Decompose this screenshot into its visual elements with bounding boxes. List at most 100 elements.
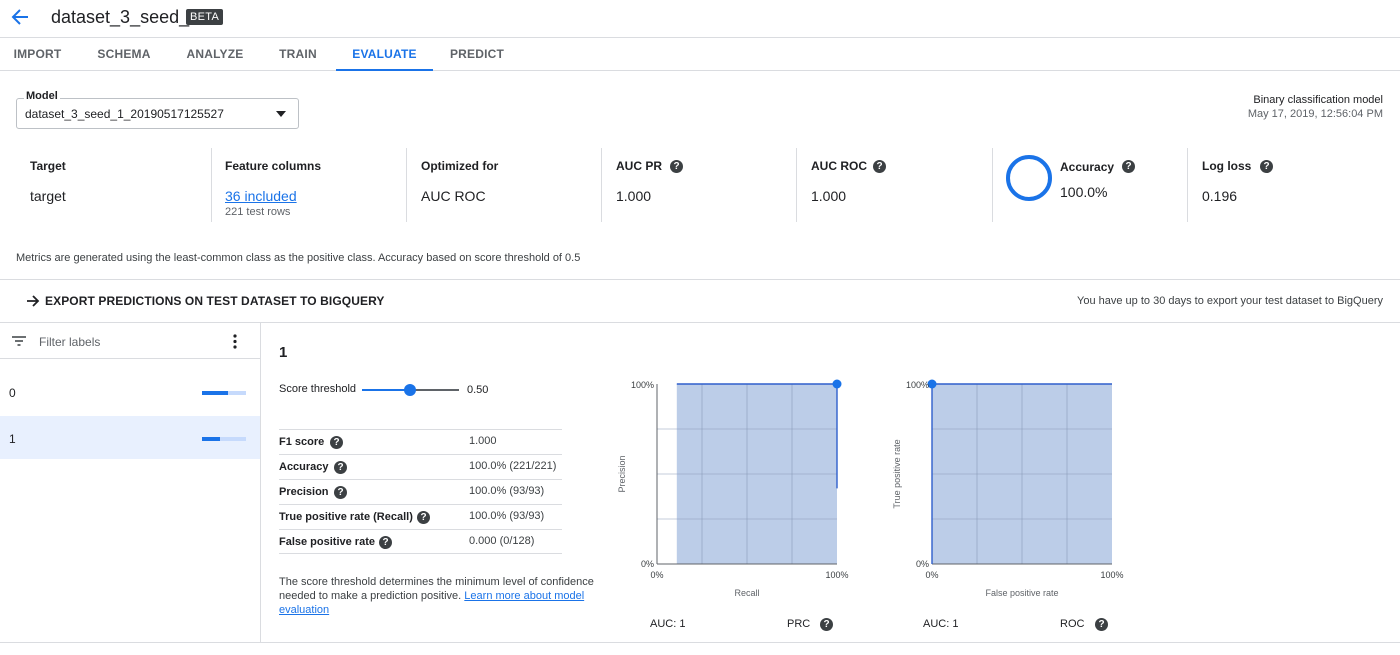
label-item-name: 1 xyxy=(9,432,16,446)
y-axis-label: True positive rate xyxy=(892,439,902,508)
divider xyxy=(211,148,212,222)
help-icon[interactable]: ? xyxy=(334,486,347,499)
optimized-for-value: AUC ROC xyxy=(421,188,486,204)
tab-import[interactable]: IMPORT xyxy=(0,38,75,71)
auc-pr-label: AUC PR xyxy=(616,159,663,173)
label-distribution-bar xyxy=(202,391,246,395)
tab-analyze[interactable]: ANALYZE xyxy=(180,38,250,71)
filter-labels-input[interactable]: Filter labels xyxy=(39,335,100,349)
accuracy-ring-icon xyxy=(1006,155,1052,201)
tab-bar: IMPORT SCHEMA ANALYZE TRAIN EVALUATE PRE… xyxy=(0,38,1400,71)
model-select-value[interactable]: dataset_3_seed_1_20190517125527 xyxy=(25,107,224,121)
help-icon[interactable]: ? xyxy=(873,160,886,173)
model-type: Binary classification model xyxy=(1253,94,1383,106)
accuracy-value: 100.0% xyxy=(1060,184,1108,200)
stat-name: False positive rate xyxy=(279,536,375,548)
tab-schema[interactable]: SCHEMA xyxy=(90,38,158,71)
tab-predict[interactable]: PREDICT xyxy=(443,38,511,71)
accuracy-label: Accuracy xyxy=(1060,160,1115,174)
y-tick-label: 100% xyxy=(631,380,654,390)
export-note: You have up to 30 days to export your te… xyxy=(1077,295,1383,307)
x-tick-label: 100% xyxy=(1100,570,1123,580)
stat-value: 1.000 xyxy=(469,435,497,447)
prc-chart: 100% 0%0% 100% Recall Precision xyxy=(617,379,849,598)
stat-row: F1 score ? 1.000 xyxy=(279,429,562,454)
arrow-right-icon[interactable] xyxy=(26,295,40,307)
help-icon[interactable]: ? xyxy=(1122,160,1135,173)
divider xyxy=(601,148,602,222)
divider xyxy=(796,148,797,222)
x-tick-label: 100% xyxy=(825,570,848,580)
stat-row: True positive rate (Recall) ? 100.0% (93… xyxy=(279,504,562,529)
metrics-note: Metrics are generated using the least-co… xyxy=(16,252,581,264)
divider xyxy=(992,148,993,222)
x-tick-label: 0% xyxy=(650,570,663,580)
target-label: Target xyxy=(30,159,66,173)
divider xyxy=(279,553,562,554)
stat-row: False positive rate ? 0.000 (0/128) xyxy=(279,529,562,554)
target-value: target xyxy=(30,188,66,204)
auc-roc-value: 1.000 xyxy=(811,188,847,204)
roc-caption: ROC xyxy=(1060,618,1085,630)
label-distribution-bar xyxy=(202,437,246,441)
y-tick-label: 100% xyxy=(906,380,929,390)
y-tick-label: 0% xyxy=(916,559,929,569)
filter-icon[interactable] xyxy=(12,336,26,346)
tab-train[interactable]: TRAIN xyxy=(270,38,326,71)
stat-value: 100.0% (221/221) xyxy=(469,460,557,472)
model-date: May 17, 2019, 12:56:04 PM xyxy=(1247,108,1383,120)
stat-row: Accuracy ? 100.0% (221/221) xyxy=(279,454,562,479)
slider-handle[interactable] xyxy=(404,384,416,396)
test-rows-note: 221 test rows xyxy=(225,206,291,218)
roc-chart: 100% 0%0% 100% False positive rate True posi… xyxy=(892,379,1124,598)
stat-name: F1 score xyxy=(279,436,325,448)
help-icon[interactable]: ? xyxy=(670,160,683,173)
feature-columns-label: Feature columns xyxy=(225,159,322,173)
score-threshold-label: Score threshold xyxy=(279,383,357,395)
slider-fill xyxy=(362,389,410,391)
stat-name: Accuracy xyxy=(279,461,329,473)
feature-columns-link[interactable]: 36 included xyxy=(225,188,297,204)
help-icon[interactable]: ? xyxy=(334,461,347,474)
label-item-name: 0 xyxy=(9,386,16,400)
prc-caption: PRC xyxy=(787,618,811,630)
beta-badge: BETA xyxy=(186,9,224,25)
model-select-label: Model xyxy=(24,90,60,102)
roc-auc-label: AUC: 1 xyxy=(923,618,959,630)
divider xyxy=(406,148,407,222)
stat-row: Precision ? 100.0% (93/93) xyxy=(279,479,562,504)
log-loss-value: 0.196 xyxy=(1202,188,1238,204)
help-icon[interactable]: ? xyxy=(1260,160,1273,173)
page-title: dataset_3_seed_1 xyxy=(51,7,200,27)
stat-value: 100.0% (93/93) xyxy=(469,510,545,522)
stat-name: True positive rate (Recall) xyxy=(279,511,413,523)
help-icon[interactable]: ? xyxy=(820,618,833,631)
class-heading: 1 xyxy=(279,344,288,361)
x-tick-label: 0% xyxy=(925,570,938,580)
prc-auc-label: AUC: 1 xyxy=(650,618,686,630)
threshold-marker xyxy=(832,379,842,389)
y-tick-label: 0% xyxy=(641,559,654,569)
x-axis-label: False positive rate xyxy=(985,588,1058,598)
help-icon[interactable]: ? xyxy=(417,511,430,524)
auc-pr-value: 1.000 xyxy=(616,188,652,204)
threshold-description: The score threshold determines the minim… xyxy=(279,575,599,617)
score-threshold-value: 0.50 xyxy=(467,384,489,396)
help-icon[interactable]: ? xyxy=(379,536,392,549)
help-icon[interactable]: ? xyxy=(1095,618,1108,631)
dropdown-caret-icon[interactable] xyxy=(276,111,286,117)
y-axis-label: Precision xyxy=(617,455,627,492)
export-to-bigquery-button[interactable]: EXPORT PREDICTIONS ON TEST DATASET TO BI… xyxy=(45,294,385,308)
auc-roc-label: AUC ROC xyxy=(811,159,867,173)
divider xyxy=(1187,148,1188,222)
divider xyxy=(0,279,1400,280)
tab-evaluate[interactable]: EVALUATE xyxy=(336,38,433,71)
help-icon[interactable]: ? xyxy=(330,436,343,449)
stat-name: Precision xyxy=(279,486,329,498)
more-vert-icon[interactable] xyxy=(232,334,238,349)
log-loss-label: Log loss xyxy=(1202,159,1252,173)
stat-value: 0.000 (0/128) xyxy=(469,535,535,547)
stat-value: 100.0% (93/93) xyxy=(469,485,545,497)
x-axis-label: Recall xyxy=(734,588,759,598)
back-arrow-icon[interactable] xyxy=(10,6,30,28)
